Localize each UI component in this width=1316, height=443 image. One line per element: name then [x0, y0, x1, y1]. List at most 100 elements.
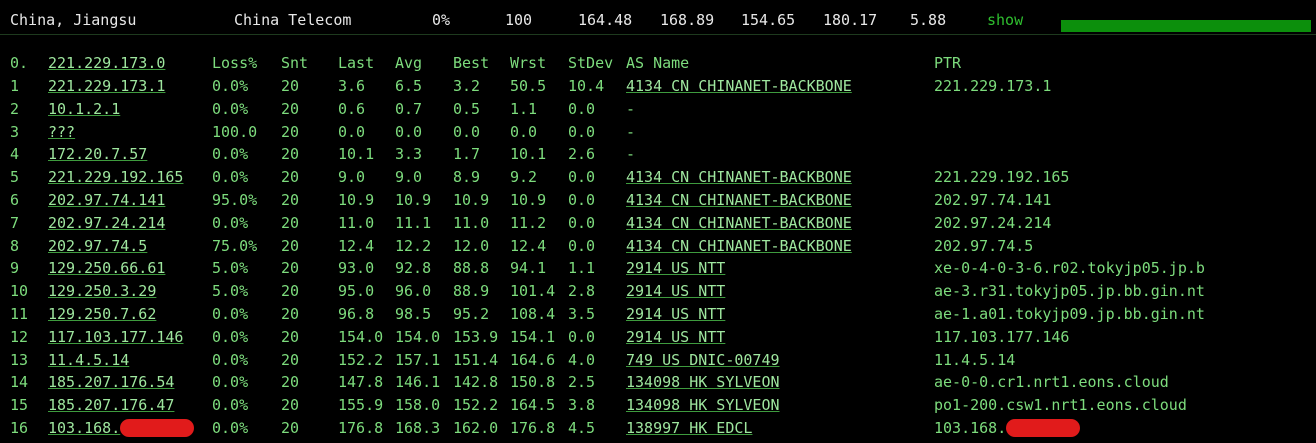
last-value: 11.0 [338, 213, 375, 232]
host-link[interactable]: 185.207.176.54 [48, 371, 174, 393]
as-name[interactable]: 4134 CN CHINANET-BACKBONE [626, 166, 852, 188]
best-value: 88.9 [453, 282, 490, 301]
hop-number: 9 [10, 259, 20, 278]
loss-value: 0.0% [212, 213, 249, 232]
host-link[interactable]: 11.4.5.14 [48, 349, 129, 371]
hop-number: 12 [10, 327, 29, 346]
avg-value: 168.3 [395, 419, 441, 437]
stdev-value: 2.8 [568, 282, 596, 301]
ptr-value: po1-200.csw1.nrt1.eons.cloud [934, 396, 1187, 415]
last-value: 10.9 [338, 191, 375, 209]
as-name[interactable]: 4134 CN CHINANET-BACKBONE [626, 212, 852, 234]
table-row: 15 185.207.176.47 0.0% 20 155.9 158.0 152.2 164… [0, 394, 1316, 416]
as-name[interactable]: 2914 US NTT [626, 280, 725, 302]
hop-number: 3 [10, 122, 20, 141]
loss-value: 0.0% [212, 168, 249, 187]
avg-value: 11.1 [395, 213, 432, 232]
avg-value: 0.7 [395, 99, 423, 118]
snt-value: 20 [281, 350, 300, 369]
table-row: 9 129.250.66.61 5.0% 20 93.0 92.8 88.8 94.1 1.1 2… [0, 257, 1316, 279]
as-name[interactable]: 134098 HK SYLVEON [626, 394, 780, 416]
host-link[interactable]: 129.250.66.61 [48, 257, 165, 279]
location-label: China, Jiangsu [10, 11, 137, 29]
wrst-value: 94.1 [510, 259, 547, 278]
snt-value: 20 [281, 168, 300, 187]
snt-value: 20 [281, 99, 300, 118]
as-name: - [626, 145, 636, 164]
host-link[interactable]: 221.229.173.1 [48, 75, 165, 97]
host-link[interactable]: 129.250.7.62 [48, 303, 156, 325]
as-name[interactable]: 134098 HK SYLVEON [626, 371, 780, 393]
host-link[interactable]: 10.1.2.1 [48, 98, 120, 120]
as-name[interactable]: 2914 US NTT [626, 303, 725, 325]
header-host[interactable]: 221.229.173.0 [48, 52, 165, 74]
wrst-value: 0.0 [510, 122, 538, 141]
last-value: 93.0 [338, 259, 375, 278]
best-value: 12.0 [453, 236, 490, 255]
as-name[interactable]: 2914 US NTT [626, 326, 725, 348]
table-row: 5 221.229.192.165 0.0% 20 9.0 9.0 8.9 9.2 0.0 413… [0, 166, 1316, 188]
hop-number: 11 [10, 305, 29, 323]
redaction-mark [120, 419, 194, 437]
host-link[interactable]: 103.168. [48, 417, 120, 439]
ptr-value: 202.97.24.214 [934, 213, 1052, 232]
as-name[interactable]: 749 US DNIC-00749 [626, 349, 780, 371]
as-name[interactable]: 4134 CN CHINANET-BACKBONE [626, 75, 852, 97]
host-link[interactable]: 202.97.24.214 [48, 212, 165, 234]
show-link[interactable]: show [987, 10, 1023, 30]
wrst-value: 150.8 [510, 373, 556, 392]
stdev-value: 0.0 [568, 168, 596, 187]
wrst-value: 50.5 [510, 77, 547, 95]
stdev-value: 1.1 [568, 259, 596, 278]
host-link[interactable]: ??? [48, 121, 75, 143]
snt-value: 20 [281, 122, 300, 141]
as-name[interactable]: 138997 HK EDCL [626, 417, 752, 439]
stdev-value: 0.0 [568, 213, 596, 232]
avg-value: 96.0 [395, 282, 432, 301]
stdev-value: 0.0 [568, 327, 596, 346]
wrst-value: 12.4 [510, 236, 547, 255]
host-link[interactable]: 172.20.7.57 [48, 143, 147, 165]
host-link[interactable]: 202.97.74.141 [48, 189, 165, 211]
table-row: 6 202.97.74.141 95.0% 20 10.9 10.9 10.9 10.9 0.0… [0, 189, 1316, 211]
ptr-value: ae-0-0.cr1.nrt1.eons.cloud [934, 373, 1169, 392]
table-header: 0. 221.229.173.0 Loss% Snt Last Avg Best… [0, 52, 1316, 74]
last-value: 95.0 [338, 282, 375, 301]
wrst-value: 108.4 [510, 305, 556, 323]
table-row: 14 185.207.176.54 0.0% 20 147.8 146.1 142.8 150… [0, 371, 1316, 393]
header-as-name: AS Name [626, 54, 690, 72]
host-link[interactable]: 202.97.74.5 [48, 235, 147, 257]
table-row: 8 202.97.74.5 75.0% 20 12.4 12.2 12.0 12.4 0.0 41… [0, 235, 1316, 257]
hop-number: 7 [10, 213, 20, 232]
host-link[interactable]: 185.207.176.47 [48, 394, 174, 416]
snt-value: 20 [281, 396, 300, 415]
loss-value: 75.0% [212, 236, 258, 255]
summary-value-2: 168.89 [660, 11, 715, 29]
host-link[interactable]: 221.229.192.165 [48, 166, 183, 188]
best-value: 95.2 [453, 305, 490, 323]
hop-number: 8 [10, 236, 20, 255]
last-value: 10.1 [338, 145, 375, 164]
stdev-value: 0.0 [568, 122, 596, 141]
avg-value: 0.0 [395, 122, 423, 141]
loss-value: 0.0% [212, 305, 249, 323]
host-link[interactable]: 129.250.3.29 [48, 280, 156, 302]
loss-value: 5.0% [212, 282, 249, 301]
hop-number: 4 [10, 145, 20, 164]
best-value: 142.8 [453, 373, 499, 392]
ptr-value: 103.168. [934, 419, 1007, 437]
summary-count: 100 [505, 11, 533, 29]
wrst-value: 154.1 [510, 327, 556, 346]
avg-value: 12.2 [395, 236, 432, 255]
summary-value-1: 164.48 [578, 11, 633, 29]
best-value: 0.0 [453, 122, 481, 141]
header-snt: Snt [281, 54, 309, 72]
host-link[interactable]: 117.103.177.146 [48, 326, 183, 348]
loss-value: 0.0% [212, 77, 249, 95]
as-name[interactable]: 4134 CN CHINANET-BACKBONE [626, 235, 852, 257]
as-name[interactable]: 4134 CN CHINANET-BACKBONE [626, 189, 852, 211]
stdev-value: 0.0 [568, 191, 596, 209]
avg-value: 6.5 [395, 77, 423, 95]
as-name[interactable]: 2914 US NTT [626, 257, 725, 279]
stdev-value: 3.5 [568, 305, 596, 323]
